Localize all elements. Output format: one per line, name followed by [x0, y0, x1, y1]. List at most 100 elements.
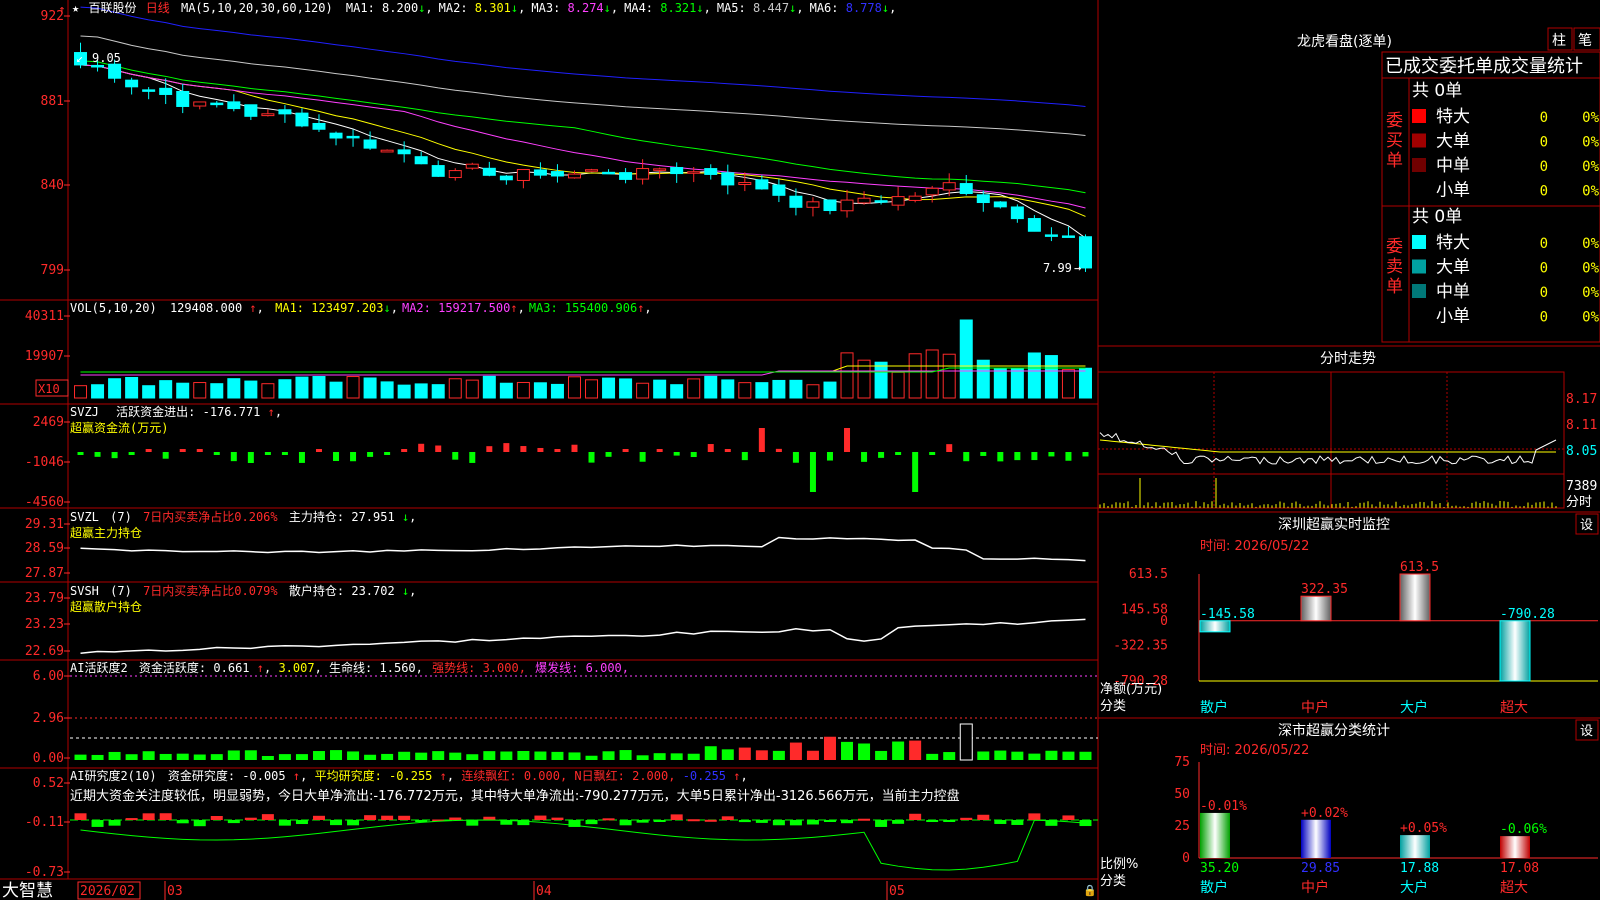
volume-bar [942, 353, 956, 399]
candle[interactable] [1044, 234, 1058, 237]
candle[interactable] [176, 90, 190, 107]
candle[interactable] [550, 171, 564, 177]
volume-panel[interactable]: 40311 19907 X10 VOL(5,10,20) 129408.000 ↑… [25, 301, 1092, 399]
candle[interactable] [908, 195, 922, 201]
candle[interactable] [687, 171, 701, 174]
candle[interactable] [755, 179, 769, 190]
candle[interactable] [108, 63, 122, 79]
candle[interactable] [874, 200, 888, 203]
svzl-panel[interactable]: 29.31 28.59 27.87 SVZL (7) 7日内买卖净占比0.206% … [25, 509, 1086, 581]
monitor-settings-label[interactable]: 设 [1580, 518, 1593, 533]
candle[interactable] [925, 187, 939, 196]
research-bar [670, 814, 683, 820]
candle[interactable] [976, 194, 990, 204]
order-row-pct: 0% [1582, 184, 1599, 200]
volume-bar [874, 361, 888, 399]
candle[interactable] [602, 171, 616, 175]
candle[interactable] [125, 79, 139, 88]
activity-bar [636, 755, 649, 760]
svzj-panel[interactable]: 2469-1046-4560 SVZJ 活跃资金进出: -176.771 ↑, … [25, 404, 1089, 510]
volume-bar [602, 377, 616, 399]
candle[interactable] [329, 132, 343, 139]
research-bar [466, 820, 479, 826]
x-axis: 大智慧 2026/02 03 04 05 🔒 [2, 881, 1097, 900]
candle[interactable] [1010, 206, 1024, 220]
candle[interactable] [414, 156, 428, 165]
candle[interactable] [516, 169, 530, 181]
monitor-value-label: 322.35 [1301, 582, 1348, 597]
ai-activity-panel[interactable]: 6.00 2.96 0.00 AI活跃度2 资金活跃度: 0.661 ↑, 3.00… [33, 660, 1098, 766]
classify-settings-label[interactable]: 设 [1580, 724, 1593, 739]
volume-bar [550, 383, 564, 399]
classify-panel[interactable]: 深市超赢分类统计 设 时间: 2026/05/22 75 50 25 0 -0.01% 3… [1098, 717, 1600, 896]
order-row-count: 0 [1540, 184, 1548, 200]
candle[interactable] [193, 101, 207, 107]
research-bar [381, 815, 394, 820]
order-color-swatch [1412, 259, 1426, 274]
classify-bar [1500, 836, 1530, 858]
candle[interactable] [431, 165, 445, 177]
candle[interactable] [670, 167, 684, 175]
candle[interactable] [261, 113, 275, 117]
candle[interactable] [959, 183, 973, 195]
candle[interactable] [91, 64, 105, 68]
monitor-panel[interactable]: 深圳超赢实时监控 设 时间: 2026/05/22 613.5145.580-3… [1098, 511, 1600, 716]
flow-bar [963, 452, 970, 462]
candle[interactable] [142, 89, 156, 92]
classify-tick: 75 [1174, 755, 1190, 770]
candle[interactable] [159, 87, 173, 95]
candle[interactable] [210, 102, 224, 106]
tab-column-label[interactable]: 柱 [1552, 33, 1566, 49]
candle[interactable] [619, 172, 633, 180]
candle[interactable] [772, 184, 786, 196]
candle[interactable] [857, 197, 871, 204]
price-panel[interactable]: 922881840799 ↑ 9.05 ↙ 7.99 → ★ 百联股份 日线 M… [41, 1, 1092, 278]
candle[interactable] [363, 139, 377, 149]
candle[interactable] [448, 170, 462, 179]
candle[interactable] [295, 112, 309, 127]
stock-terminal: 922881840799 ↑ 9.05 ↙ 7.99 → ★ 百联股份 日线 M… [0, 0, 1600, 900]
candle[interactable] [380, 149, 394, 153]
svzj-subtitle: 超赢资金流(万元) [70, 420, 168, 435]
candle[interactable] [1061, 235, 1075, 238]
candle[interactable] [346, 135, 360, 139]
tab-stroke-label[interactable]: 笔 [1578, 33, 1592, 49]
candle[interactable] [499, 175, 513, 181]
candle[interactable] [789, 195, 803, 208]
intraday-panel[interactable]: 分时走势 8.17 8.11 8.05 7389 分时 [1097, 345, 1600, 510]
candle[interactable] [636, 168, 650, 180]
candle[interactable] [278, 109, 292, 115]
flow-bar [469, 452, 476, 463]
candle[interactable] [704, 168, 718, 175]
activity-bar [466, 754, 479, 760]
candle[interactable] [244, 104, 258, 117]
research-bar [483, 816, 496, 820]
candle[interactable] [567, 173, 581, 179]
svsh-panel[interactable]: 23.79 23.23 22.69 SVSH (7) 7日内买卖净占比0.079% … [25, 583, 1086, 659]
candle[interactable] [533, 169, 547, 176]
candle[interactable] [312, 122, 326, 130]
candle[interactable] [227, 101, 241, 110]
candle[interactable] [738, 182, 752, 186]
vol-ma-legend-3: MA3: 155400.906 [529, 301, 637, 315]
candle[interactable] [1027, 218, 1041, 232]
candle[interactable] [397, 149, 411, 155]
candle[interactable] [1078, 236, 1092, 269]
candle[interactable] [465, 163, 479, 169]
candle[interactable] [891, 196, 905, 206]
candle[interactable] [993, 201, 1007, 208]
candle[interactable] [585, 169, 599, 172]
monitor-tick: 0 [1160, 614, 1168, 629]
candle[interactable] [653, 168, 667, 171]
candle[interactable] [482, 167, 496, 176]
candle[interactable] [840, 199, 854, 212]
candle[interactable] [942, 182, 956, 191]
ai-research-panel[interactable]: 0.52 -0.11 -0.73 AI研究度2(10) 资金研究度: -0.005 … [25, 768, 1098, 880]
candle[interactable] [806, 201, 820, 208]
candlesticks[interactable] [74, 42, 1092, 272]
candle[interactable] [721, 172, 735, 186]
candle[interactable] [823, 199, 837, 212]
activity-bar [295, 754, 308, 760]
lock-icon[interactable]: 🔒 [1083, 884, 1097, 897]
volume-bar [312, 376, 326, 399]
